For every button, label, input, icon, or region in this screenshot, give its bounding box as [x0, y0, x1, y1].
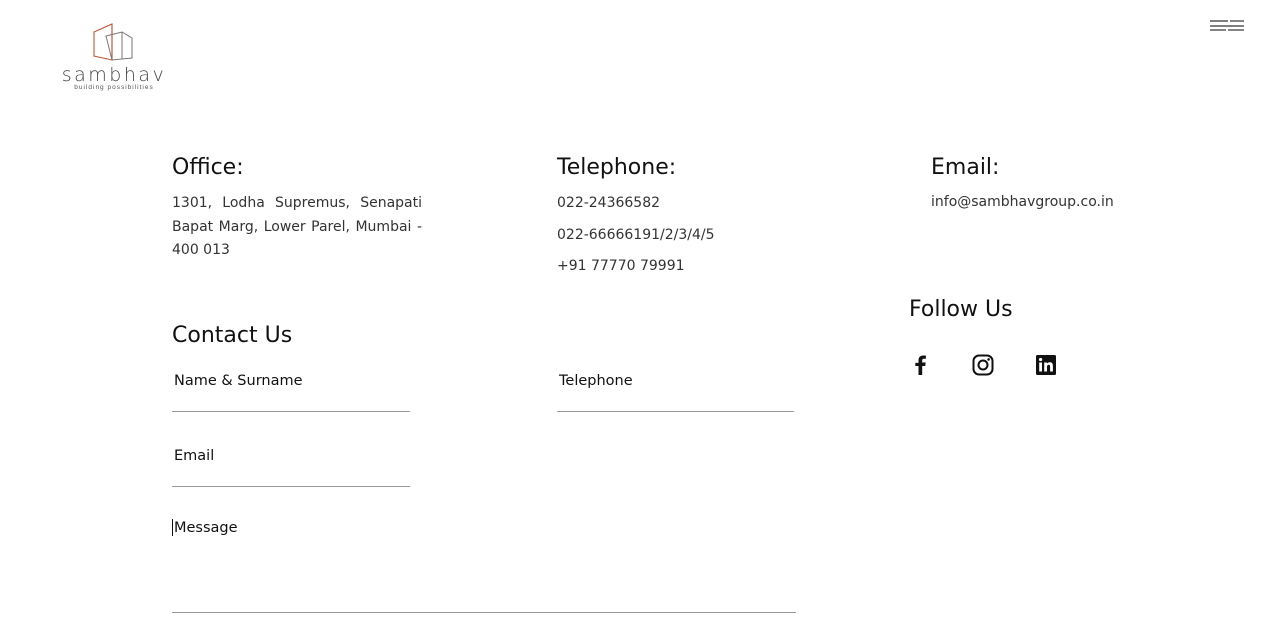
linkedin-icon[interactable]	[1034, 353, 1058, 377]
sambhav-logo[interactable]: sambhav building possibilities	[58, 22, 170, 92]
office-address: 1301, Lodha Supremus, Senapati Bapat Mar…	[172, 195, 422, 258]
telephone-heading: Telephone:	[557, 155, 677, 180]
email-address-link[interactable]: info@sambhavgroup.co.in	[931, 192, 1191, 212]
follow-us-section: Follow Us	[909, 296, 1056, 376]
office-section: Office: 1301, Lodha Supremus, Senapati B…	[172, 154, 422, 263]
telephone-field[interactable]: Telephone	[557, 368, 794, 412]
contact-us-heading: Contact Us	[172, 323, 293, 348]
logo-tagline: building possibilities	[74, 84, 154, 91]
email-input[interactable]	[172, 466, 410, 486]
telephone-input[interactable]	[557, 391, 794, 411]
facebook-icon[interactable]	[909, 353, 933, 377]
email-section: Email: info@sambhavgroup.co.in	[931, 154, 1191, 212]
instagram-icon[interactable]	[971, 353, 995, 377]
logo-wordmark: sambhav	[61, 64, 167, 86]
telephone-number-2[interactable]: 022-66666191/2/3/4/5	[557, 220, 817, 252]
hamburger-menu-icon[interactable]	[1208, 18, 1246, 36]
name-field-label: Name & Surname	[174, 373, 303, 389]
email-field[interactable]: Email	[172, 444, 410, 487]
follow-us-heading: Follow Us	[909, 297, 1013, 322]
telephone-number-1[interactable]: 022-24366582	[557, 188, 817, 220]
email-heading: Email:	[931, 155, 1000, 180]
name-field[interactable]: Name & Surname	[172, 368, 410, 412]
name-input[interactable]	[172, 391, 410, 411]
telephone-number-3[interactable]: +91 77770 79991	[557, 251, 817, 283]
telephone-section: Telephone: 022-24366582 022-66666191/2/3…	[557, 154, 817, 283]
message-field-label: Message	[174, 520, 238, 536]
telephone-field-label: Telephone	[559, 373, 633, 389]
logo-mark-icon	[93, 23, 133, 61]
message-field[interactable]: Message	[172, 516, 796, 613]
text-caret	[172, 519, 173, 536]
office-heading: Office:	[172, 155, 244, 180]
contact-page: sambhav building possibilities Office: 1…	[0, 0, 1280, 631]
message-textarea[interactable]	[172, 548, 796, 612]
email-field-label: Email	[174, 448, 215, 464]
